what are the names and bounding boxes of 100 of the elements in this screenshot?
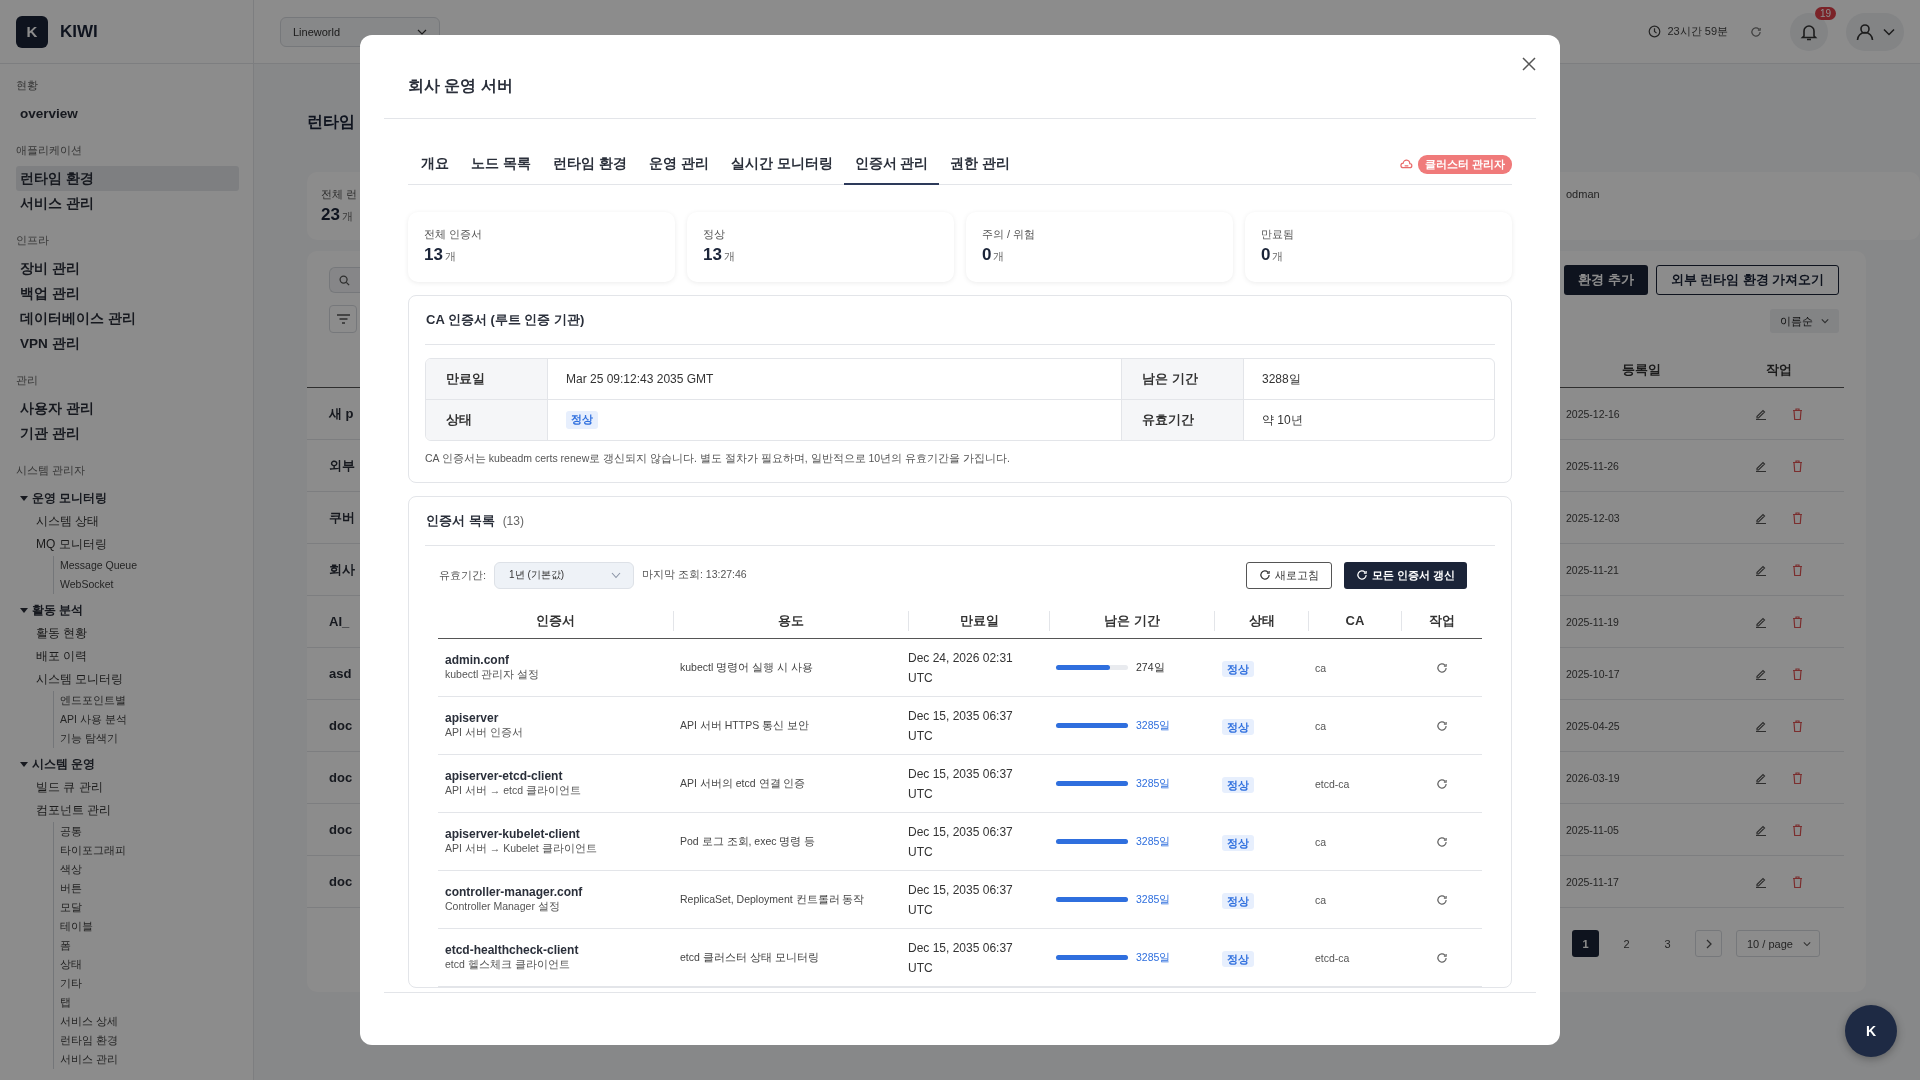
filter-button[interactable]	[329, 305, 357, 333]
import-button[interactable]: 외부 런타임 환경 가져오기	[1655, 265, 1840, 295]
column-header: 작업	[1765, 361, 1793, 379]
remaining-days: 3285일	[1136, 950, 1171, 965]
trash-icon[interactable]	[1792, 407, 1803, 420]
sidebar-item[interactable]: 사용자 관리	[16, 396, 239, 421]
field-label: 유효기간	[1122, 400, 1244, 440]
tab[interactable]: 권한 관리	[939, 145, 1022, 185]
sidebar-item[interactable]: 시스템 모니터링	[16, 668, 253, 691]
sidebar-subitem[interactable]: 폼	[60, 936, 253, 955]
page-button[interactable]: 3	[1654, 930, 1681, 957]
sidebar-item[interactable]: 활동 현황	[16, 622, 253, 645]
tab[interactable]: 인증서 관리	[843, 145, 940, 185]
add-button[interactable]: 환경 추가	[1564, 265, 1648, 295]
sidebar-subitem[interactable]: 기타	[60, 974, 253, 993]
ca-cell-text: ca	[1314, 661, 1328, 674]
trash-icon[interactable]	[1792, 563, 1803, 576]
trash-icon[interactable]	[1792, 823, 1803, 836]
user-menu-button[interactable]	[1846, 12, 1904, 51]
sidebar-subitem[interactable]: 버튼	[60, 879, 253, 898]
validity-select[interactable]: 1년 (기본값)	[494, 561, 635, 589]
usage-cell-text: ReplicaSet, Deployment 컨트롤러 동작	[679, 892, 866, 907]
sidebar-subitem[interactable]: Message Queue	[60, 556, 253, 575]
sidebar-item[interactable]: 데이터베이스 관리	[16, 306, 239, 331]
tab[interactable]: 노드 목록	[460, 145, 542, 185]
column-header: 작업	[1401, 611, 1482, 631]
sidebar-group[interactable]: 운영 모니터링	[16, 486, 253, 510]
refresh-button[interactable]: 새로고침	[1245, 561, 1332, 589]
sidebar-subitem[interactable]: 서비스 관리	[60, 1050, 253, 1069]
date-cell-text: 2025-12-03	[1565, 511, 1621, 524]
trash-icon[interactable]	[1792, 667, 1803, 680]
role-badge: 클러스터 관리자	[1417, 154, 1512, 174]
page-button[interactable]: 1	[1572, 930, 1599, 957]
sidebar-item[interactable]: 런타임 환경	[16, 166, 239, 191]
assistant-button[interactable]: K	[1845, 1005, 1897, 1057]
chevron-down-icon	[1802, 939, 1811, 948]
sidebar-subitem[interactable]: 모달	[60, 898, 253, 917]
runtime-name: 회사	[328, 560, 356, 579]
stat-unit: 개	[444, 250, 456, 262]
sidebar-group[interactable]: 활동 분석	[16, 598, 253, 622]
tab[interactable]: 개요	[410, 145, 460, 185]
refresh-icon	[1355, 569, 1368, 581]
trash-icon[interactable]	[1792, 875, 1803, 888]
sidebar-item[interactable]: 배포 이력	[16, 645, 253, 668]
sidebar-subitem[interactable]: 타이포그래피	[60, 841, 253, 860]
sidebar-subitem[interactable]: API 사용 분석	[60, 710, 253, 729]
field-value: Mar 25 09:12:43 2035 GMT	[548, 359, 1122, 400]
sidebar-group[interactable]: 시스템 운영	[16, 752, 253, 776]
sidebar-item[interactable]: 기관 관리	[16, 421, 239, 446]
certificate-name: admin.conf	[445, 653, 510, 667]
sidebar-subitem[interactable]: 공통	[60, 822, 253, 841]
sidebar-subitem[interactable]: 런타임 환경	[60, 1031, 253, 1050]
trash-icon[interactable]	[1792, 459, 1803, 472]
trash-icon[interactable]	[1792, 615, 1803, 628]
edit-icon[interactable]	[1755, 667, 1767, 680]
edit-icon[interactable]	[1755, 563, 1767, 576]
sidebar-item[interactable]: MQ 모니터링	[16, 533, 253, 556]
trash-icon[interactable]	[1792, 719, 1803, 732]
edit-icon[interactable]	[1755, 615, 1767, 628]
tab[interactable]: 런타임 환경	[541, 145, 638, 185]
edit-icon[interactable]	[1755, 823, 1767, 836]
trash-icon[interactable]	[1792, 771, 1803, 784]
column-header: CA	[1308, 611, 1401, 631]
sidebar-item[interactable]: 백업 관리	[16, 281, 239, 306]
field-label: 유효기간:	[439, 567, 487, 583]
tab[interactable]: 실시간 모니터링	[719, 145, 844, 185]
sidebar-subitem[interactable]: 엔드포인트별	[60, 691, 253, 710]
tab[interactable]: 운영 관리	[637, 145, 720, 185]
page-button[interactable]: 2	[1613, 930, 1640, 957]
trash-icon[interactable]	[1792, 511, 1803, 524]
sidebar-item[interactable]: 빌드 큐 관리	[16, 776, 253, 799]
edit-icon[interactable]	[1755, 771, 1767, 784]
sort-select[interactable]: 이름순	[1770, 309, 1839, 333]
edit-icon[interactable]	[1755, 719, 1767, 732]
renew-all-button[interactable]: 모든 인증서 갱신	[1343, 561, 1467, 589]
refresh-icon	[1435, 835, 1448, 848]
edit-icon[interactable]	[1755, 875, 1767, 888]
sidebar-item[interactable]: 시스템 상태	[16, 510, 253, 533]
refresh-icon	[1435, 893, 1448, 906]
edit-icon[interactable]	[1755, 511, 1767, 524]
sidebar-subitem[interactable]: 탭	[60, 993, 253, 1012]
sidebar-item[interactable]: 장비 관리	[16, 256, 239, 281]
edit-icon[interactable]	[1755, 459, 1767, 472]
sidebar-subitem[interactable]: 테이블	[60, 917, 253, 936]
edit-icon[interactable]	[1755, 407, 1767, 420]
sidebar-item[interactable]: 컴포넌트 관리	[16, 799, 253, 822]
sidebar-subitem[interactable]: 기능 탐색기	[60, 729, 253, 748]
sidebar-subitem[interactable]: 색상	[60, 860, 253, 879]
certificate-name: apiserver-kubelet-client	[445, 827, 581, 841]
sidebar-item[interactable]: VPN 관리	[16, 331, 239, 356]
sidebar-item[interactable]: overview	[16, 101, 239, 126]
usage-cell-text: etcd 클러스터 상태 모니터링	[679, 950, 820, 965]
sidebar-subitem[interactable]: 상태	[60, 955, 253, 974]
section-title: 인프라	[16, 233, 50, 248]
page-size-select[interactable]: 10 / page	[1736, 930, 1820, 957]
column-header: 남은 기간	[1049, 611, 1214, 631]
sidebar-subitem[interactable]: 서비스 상세	[60, 1012, 253, 1031]
sidebar-item[interactable]: 서비스 관리	[16, 191, 239, 216]
certificate-description: API 서버 인증서	[445, 726, 524, 740]
sidebar-subitem[interactable]: WebSocket	[60, 575, 253, 594]
